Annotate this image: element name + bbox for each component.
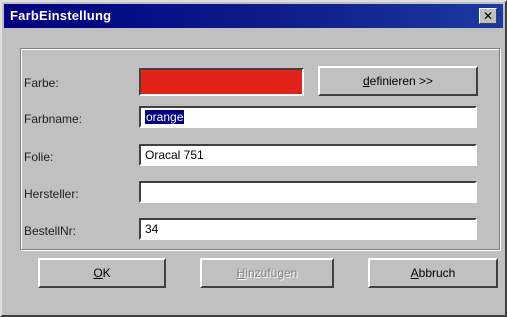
- hinzufuegen-label: inzufügen: [245, 266, 298, 280]
- title-bar[interactable]: FarbEinstellung ✕: [4, 4, 503, 28]
- folie-field[interactable]: Oracal 751: [139, 144, 477, 166]
- ok-label: K: [102, 266, 111, 280]
- close-button[interactable]: ✕: [479, 8, 497, 24]
- abbruch-label: bbruch: [418, 266, 456, 280]
- abbruch-button[interactable]: Abbruch: [368, 258, 498, 288]
- definieren-label: efinieren >>: [369, 74, 434, 88]
- abbruch-accel: A: [410, 266, 419, 280]
- ok-button[interactable]: OK: [38, 258, 166, 288]
- farbname-value: orange: [145, 110, 185, 124]
- folie-value: Oracal 751: [145, 148, 204, 162]
- farbname-field[interactable]: orange: [139, 106, 477, 128]
- hinzufuegen-accel: H: [236, 266, 246, 280]
- label-bestellnr: BestellNr:: [24, 224, 77, 238]
- definieren-button[interactable]: definieren >>: [318, 66, 478, 96]
- label-hersteller: Hersteller:: [24, 187, 79, 201]
- hinzufuegen-button[interactable]: Hinzufügen: [200, 258, 334, 288]
- ok-accel: O: [93, 266, 103, 280]
- definieren-accel: d: [362, 74, 370, 88]
- window-title: FarbEinstellung: [10, 8, 112, 23]
- label-farbname: Farbname:: [24, 112, 83, 126]
- bestellnr-field[interactable]: 34: [139, 218, 477, 240]
- farbeinstellung-dialog: FarbEinstellung ✕ Farbe: definieren >> F…: [0, 0, 507, 317]
- color-swatch: [139, 68, 304, 96]
- bestellnr-value: 34: [145, 222, 159, 236]
- label-farbe: Farbe:: [24, 76, 59, 90]
- close-icon: ✕: [482, 9, 494, 23]
- hersteller-field[interactable]: [139, 181, 477, 203]
- label-folie: Folie:: [24, 150, 54, 164]
